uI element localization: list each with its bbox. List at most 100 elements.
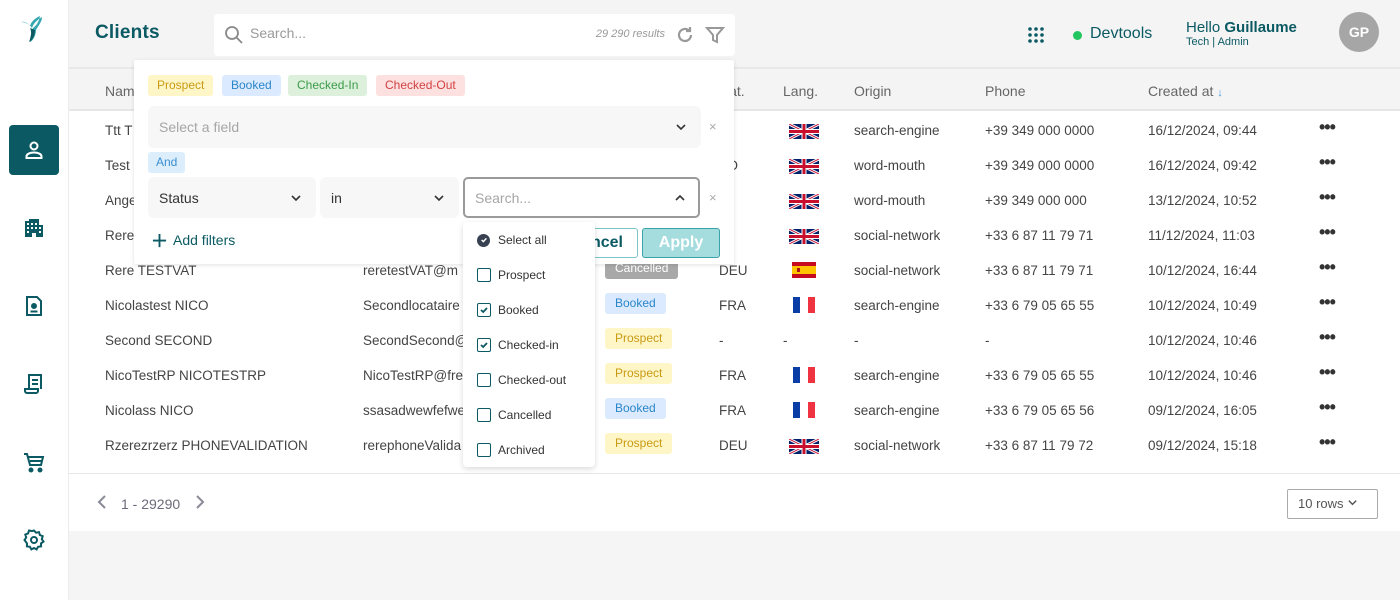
- status-badge: Prospect: [605, 433, 673, 454]
- cell-name: Test: [105, 158, 130, 173]
- rule-operator-value: in: [331, 190, 342, 206]
- chevron-right-icon[interactable]: [193, 494, 207, 510]
- cell-name: Ange: [105, 193, 137, 208]
- column-origin[interactable]: Origin: [854, 83, 891, 99]
- cell-name: Rzerezrzerz PHONEVALIDATION: [105, 438, 308, 453]
- bird-logo-icon[interactable]: [18, 14, 50, 46]
- user-name: Guillaume: [1224, 19, 1297, 36]
- table-row[interactable]: Nicolass NICO ssasadwewfefwe Booked FRA sear…: [69, 394, 1400, 429]
- empty-field-select[interactable]: Select a field: [148, 106, 701, 148]
- cell-phone: +33 6 79 05 65 56: [985, 403, 1095, 418]
- sidebar-item-orders[interactable]: [9, 437, 59, 487]
- rule-field-select[interactable]: Status: [148, 177, 316, 218]
- rule-operator-select[interactable]: in: [320, 177, 459, 218]
- search-input[interactable]: [250, 25, 550, 41]
- sidebar-item-invoices[interactable]: [9, 359, 59, 409]
- cell-phone: +39 349 000 0000: [985, 123, 1095, 138]
- cell-email: SecondSecond@: [363, 333, 469, 348]
- created-at-label: Created at: [1148, 83, 1214, 99]
- environment-label[interactable]: Devtools: [1090, 25, 1152, 43]
- apps-grid-icon[interactable]: [1027, 26, 1045, 44]
- row-actions-icon[interactable]: •••: [1319, 222, 1336, 243]
- checkbox-unchecked-icon[interactable]: [477, 408, 491, 422]
- status-badge: Booked: [605, 293, 666, 314]
- chevron-down-icon: [676, 124, 686, 131]
- user-greeting: Hello Guillaume: [1186, 19, 1297, 36]
- checkbox-unchecked-icon[interactable]: [477, 373, 491, 387]
- option-booked[interactable]: Booked: [477, 300, 539, 320]
- row-actions-icon[interactable]: •••: [1319, 117, 1336, 138]
- flag-uk-icon: [789, 194, 819, 209]
- table-row[interactable]: Nicolastest NICO Secondlocataire Booked FRA…: [69, 289, 1400, 324]
- quick-filter-checked-in[interactable]: Checked-In: [288, 75, 368, 96]
- flag-uk-icon: [789, 439, 819, 454]
- option-checked-in[interactable]: Checked-in: [477, 335, 559, 355]
- status-badge: Prospect: [605, 328, 673, 349]
- quick-filter-prospect[interactable]: Prospect: [148, 75, 214, 96]
- sidebar-item-companies[interactable]: [9, 203, 59, 253]
- quick-filter-booked[interactable]: Booked: [222, 75, 281, 96]
- flag-france-icon: [793, 297, 815, 313]
- rule-value-select[interactable]: [463, 177, 700, 218]
- remove-filter-1-icon[interactable]: ×: [709, 119, 717, 134]
- cell-nationality: DEU: [719, 438, 748, 453]
- conjunction-toggle[interactable]: And: [148, 152, 186, 173]
- row-actions-icon[interactable]: •••: [1319, 152, 1336, 173]
- rows-per-page-select[interactable]: 10 rows: [1287, 489, 1378, 519]
- sidebar-item-settings[interactable]: [9, 515, 59, 565]
- status-options-dropdown: Select all Prospect Booked Checked-in Checke…: [463, 222, 595, 467]
- cell-language: -: [783, 333, 788, 348]
- building-icon: [25, 219, 43, 237]
- greeting-text: Hello: [1186, 19, 1225, 36]
- gear-icon: [23, 529, 45, 551]
- avatar[interactable]: GP: [1339, 12, 1379, 52]
- checkbox-unchecked-icon[interactable]: [477, 268, 491, 282]
- rule-value-search-input[interactable]: [475, 190, 645, 206]
- sidebar: [0, 0, 69, 600]
- cell-origin: search-engine: [854, 403, 940, 418]
- checkbox-unchecked-icon[interactable]: [477, 443, 491, 457]
- row-actions-icon[interactable]: •••: [1319, 257, 1336, 278]
- row-actions-icon[interactable]: •••: [1319, 362, 1336, 383]
- row-actions-icon[interactable]: •••: [1319, 292, 1336, 313]
- option-prospect[interactable]: Prospect: [477, 265, 545, 285]
- cell-created-at: 09/12/2024, 15:18: [1148, 438, 1257, 453]
- option-checked-out[interactable]: Checked-out: [477, 370, 566, 390]
- add-filters-button[interactable]: Add filters: [152, 232, 235, 248]
- cell-nationality: FRA: [719, 298, 746, 313]
- option-cancelled[interactable]: Cancelled: [477, 405, 551, 425]
- table-row[interactable]: Rzerezrzerz PHONEVALIDATION rerephoneVali…: [69, 429, 1400, 464]
- remove-filter-2-icon[interactable]: ×: [709, 190, 717, 205]
- option-select-all[interactable]: Select all: [477, 230, 547, 250]
- table-row[interactable]: Second SECOND SecondSecond@ Prospect - - - - 10…: [69, 324, 1400, 359]
- row-actions-icon[interactable]: •••: [1319, 187, 1336, 208]
- cell-phone: +33 6 87 11 79 71: [985, 228, 1094, 243]
- row-actions-icon[interactable]: •••: [1319, 432, 1336, 453]
- column-language[interactable]: Lang.: [783, 83, 818, 99]
- quick-filter-checked-out[interactable]: Checked-Out: [376, 75, 465, 96]
- column-created-at[interactable]: Created at ↓: [1148, 83, 1223, 99]
- row-actions-icon[interactable]: •••: [1319, 397, 1336, 418]
- column-phone[interactable]: Phone: [985, 83, 1025, 99]
- cell-phone: +33 6 87 11 79 72: [985, 438, 1094, 453]
- environment-status-dot: [1073, 31, 1082, 40]
- cell-created-at: 11/12/2024, 11:03: [1148, 228, 1255, 243]
- option-archived[interactable]: Archived: [477, 440, 545, 460]
- cell-phone: +33 6 87 11 79 71: [985, 263, 1094, 278]
- cell-origin: social-network: [854, 228, 941, 243]
- apply-button[interactable]: Apply: [642, 228, 720, 258]
- cell-phone: -: [985, 333, 990, 348]
- cell-origin: search-engine: [854, 368, 940, 383]
- refresh-icon[interactable]: [675, 25, 695, 45]
- sidebar-item-clients[interactable]: [9, 125, 59, 175]
- chevron-left-icon[interactable]: [95, 494, 109, 510]
- row-actions-icon[interactable]: •••: [1319, 327, 1336, 348]
- top-bar: Clients 29 290 results Devtools Hello Gu…: [69, 0, 1400, 69]
- filter-icon[interactable]: [705, 25, 725, 45]
- table-row[interactable]: NicoTestRP NICOTESTRP NicoTestRP@fre Prosp…: [69, 359, 1400, 394]
- checkbox-checked-icon[interactable]: [477, 303, 491, 317]
- user-role: Tech | Admin: [1186, 36, 1249, 48]
- document-person-icon: [26, 296, 42, 316]
- sidebar-item-contracts[interactable]: [9, 281, 59, 331]
- checkbox-checked-icon[interactable]: [477, 338, 491, 352]
